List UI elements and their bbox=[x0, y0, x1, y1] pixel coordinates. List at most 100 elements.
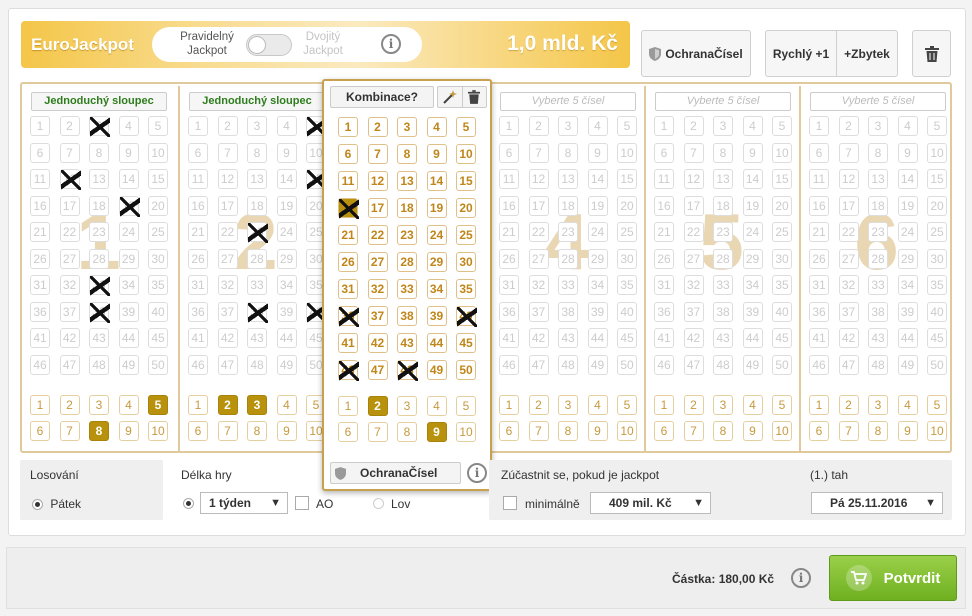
number-cell[interactable]: 16 bbox=[30, 195, 50, 216]
euro-number-cell[interactable]: 9 bbox=[897, 421, 918, 441]
number-cell[interactable]: 41 bbox=[30, 328, 50, 348]
euro-number-cell[interactable]: 5 bbox=[927, 395, 947, 415]
euro-number-cell[interactable]: 7 bbox=[217, 421, 238, 441]
number-cell[interactable]: 45 bbox=[772, 328, 792, 348]
number-cell[interactable]: 10 bbox=[148, 142, 168, 163]
number-cell[interactable]: 27 bbox=[217, 248, 238, 269]
euro-number-cell[interactable]: 4 bbox=[742, 395, 763, 415]
number-cell[interactable]: 17 bbox=[528, 195, 549, 216]
number-cell[interactable]: 6 bbox=[499, 142, 519, 163]
number-cell[interactable]: 5 bbox=[617, 116, 637, 136]
draw-day-option[interactable]: Pátek bbox=[32, 497, 81, 511]
number-cell[interactable]: 44 bbox=[587, 328, 608, 348]
euro-number-cell[interactable]: 6 bbox=[654, 421, 674, 441]
number-cell[interactable]: 21 bbox=[654, 222, 674, 242]
number-cell[interactable]: 45 bbox=[617, 328, 637, 348]
combo-number-cell[interactable]: 28 bbox=[397, 252, 417, 272]
number-cell[interactable]: 43 bbox=[558, 328, 578, 348]
number-cell[interactable]: 17 bbox=[838, 195, 859, 216]
number-cell[interactable]: 8 bbox=[558, 142, 578, 163]
euro-number-cell[interactable]: 10 bbox=[772, 421, 792, 441]
number-cell[interactable]: 47 bbox=[59, 354, 80, 375]
number-cell[interactable]: 4 bbox=[587, 116, 608, 136]
number-cell[interactable]: 12 bbox=[528, 169, 549, 189]
number-cell[interactable]: 2 bbox=[59, 116, 80, 136]
number-cell[interactable]: 23 bbox=[89, 222, 109, 242]
number-cell[interactable]: 13 bbox=[89, 169, 109, 189]
number-cell[interactable]: 34 bbox=[897, 275, 918, 295]
number-cell[interactable]: 15 bbox=[617, 169, 637, 189]
number-cell[interactable]: 2 bbox=[838, 116, 859, 136]
combo-number-cell[interactable]: 33 bbox=[397, 279, 417, 299]
number-cell[interactable]: 39 bbox=[897, 301, 918, 322]
combo-number-cell[interactable]: 42 bbox=[367, 333, 388, 353]
magic-wand-icon[interactable] bbox=[438, 87, 463, 107]
euro-number-cell[interactable]: 1 bbox=[654, 395, 674, 415]
combo-number-cell[interactable]: 10 bbox=[456, 144, 476, 164]
number-cell[interactable]: 13 bbox=[713, 169, 733, 189]
number-cell[interactable]: 6 bbox=[30, 142, 50, 163]
number-cell[interactable]: 21 bbox=[188, 222, 208, 242]
combo-number-cell[interactable]: 34 bbox=[426, 279, 447, 299]
combo-number-cell[interactable]: 14 bbox=[426, 171, 447, 191]
number-cell[interactable]: 30 bbox=[148, 248, 168, 269]
combo-number-cell[interactable]: 37 bbox=[367, 306, 388, 326]
combo-number-cell[interactable]: 49 bbox=[426, 360, 447, 380]
number-cell[interactable]: 46 bbox=[654, 354, 674, 375]
number-cell[interactable]: 46 bbox=[809, 354, 829, 375]
number-cell[interactable]: 36 bbox=[499, 301, 519, 322]
number-cell[interactable]: 31 bbox=[30, 275, 50, 295]
euro-number-cell[interactable]: 8 bbox=[89, 421, 109, 441]
number-cell[interactable]: 33 bbox=[89, 275, 110, 296]
euro-number-cell[interactable]: 5 bbox=[148, 395, 168, 415]
column-mode-button[interactable]: Vyberte 5 čísel bbox=[500, 92, 636, 111]
euro-number-cell[interactable]: 6 bbox=[809, 421, 829, 441]
number-cell[interactable]: 14 bbox=[118, 169, 139, 189]
number-cell[interactable]: 47 bbox=[528, 354, 549, 375]
number-cell[interactable]: 42 bbox=[528, 328, 549, 348]
number-cell[interactable]: 7 bbox=[683, 142, 704, 163]
euro-number-cell[interactable]: 3 bbox=[558, 395, 578, 415]
number-cell[interactable]: 35 bbox=[148, 275, 168, 295]
euro-number-cell[interactable]: 1 bbox=[30, 395, 50, 415]
number-cell[interactable]: 6 bbox=[654, 142, 674, 163]
euro-number-cell[interactable]: 2 bbox=[683, 395, 704, 415]
number-cell[interactable]: 16 bbox=[499, 195, 519, 216]
number-cell[interactable]: 8 bbox=[868, 142, 888, 163]
combo-number-cell[interactable]: 31 bbox=[338, 279, 358, 299]
euro-number-cell[interactable]: 9 bbox=[742, 421, 763, 441]
number-cell[interactable]: 44 bbox=[897, 328, 918, 348]
column-mode-button[interactable]: Vyberte 5 čísel bbox=[810, 92, 946, 111]
number-cell[interactable]: 25 bbox=[617, 222, 637, 242]
number-cell[interactable]: 48 bbox=[868, 354, 888, 375]
number-cell[interactable]: 29 bbox=[897, 248, 918, 269]
number-cell[interactable]: 33 bbox=[713, 275, 733, 295]
combo-number-cell[interactable]: 50 bbox=[456, 360, 476, 380]
combo-number-cell[interactable]: 20 bbox=[456, 198, 476, 218]
number-cell[interactable]: 27 bbox=[59, 248, 80, 269]
combo-number-cell[interactable]: 21 bbox=[338, 225, 358, 245]
number-cell[interactable]: 22 bbox=[838, 222, 859, 242]
number-cell[interactable]: 48 bbox=[89, 354, 109, 375]
number-cell[interactable]: 8 bbox=[247, 142, 267, 163]
number-cell[interactable]: 26 bbox=[809, 248, 829, 269]
number-cell[interactable]: 9 bbox=[276, 142, 297, 163]
number-cell[interactable]: 50 bbox=[772, 354, 792, 375]
number-cell[interactable]: 27 bbox=[528, 248, 549, 269]
number-cell[interactable]: 5 bbox=[148, 116, 168, 136]
combo-euro-cell[interactable]: 10 bbox=[456, 422, 476, 442]
combo-number-cell[interactable]: 15 bbox=[456, 171, 476, 191]
euro-number-cell[interactable]: 9 bbox=[587, 421, 608, 441]
number-cell[interactable]: 47 bbox=[217, 354, 238, 375]
clear-all-button[interactable] bbox=[912, 30, 951, 77]
combo-number-cell[interactable]: 47 bbox=[367, 360, 388, 380]
combo-number-cell[interactable]: 44 bbox=[426, 333, 447, 353]
combo-number-cell[interactable]: 26 bbox=[338, 252, 358, 272]
number-cell[interactable]: 23 bbox=[713, 222, 733, 242]
number-cell[interactable]: 4 bbox=[897, 116, 918, 136]
number-cell[interactable]: 49 bbox=[118, 354, 139, 375]
number-cell[interactable]: 42 bbox=[838, 328, 859, 348]
number-cell[interactable]: 35 bbox=[617, 275, 637, 295]
number-cell[interactable]: 42 bbox=[59, 328, 80, 348]
info-icon[interactable]: i bbox=[791, 568, 811, 588]
